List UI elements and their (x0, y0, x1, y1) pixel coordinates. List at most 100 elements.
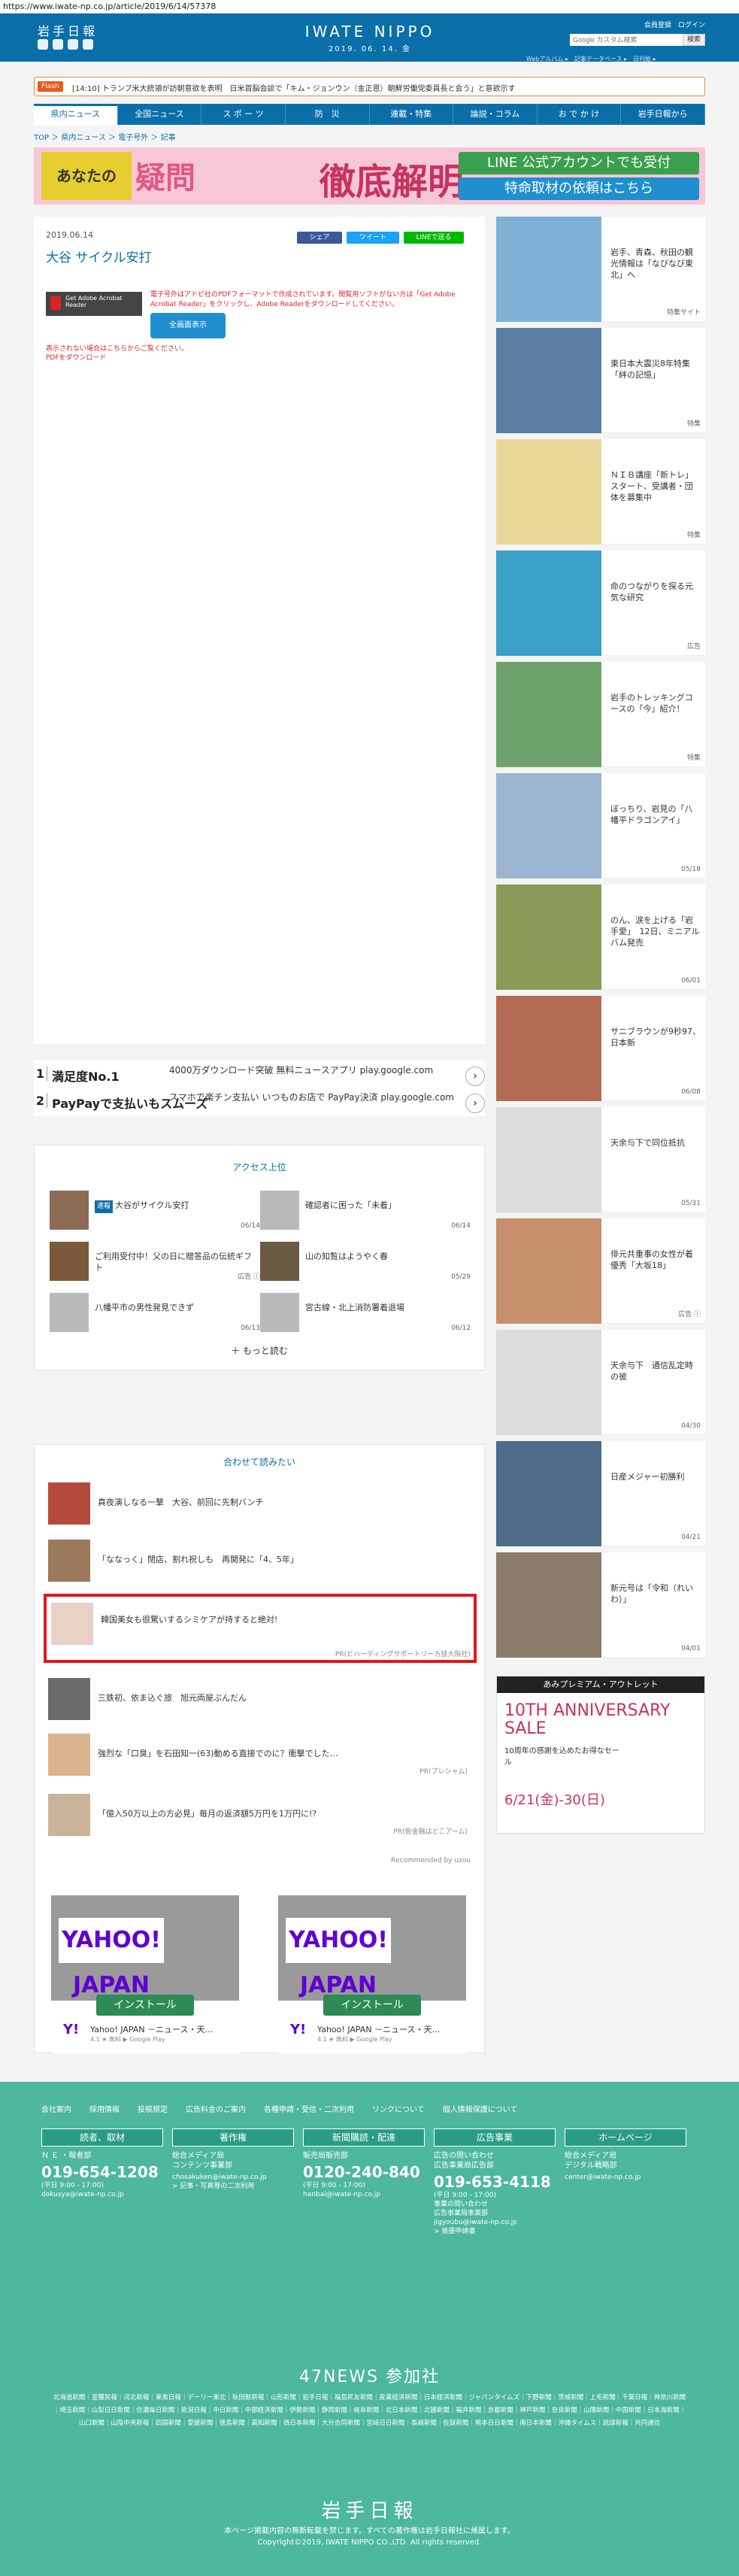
banner-request-button[interactable]: 特命取材の依頼はこちら (459, 177, 699, 200)
flash-text[interactable]: [14:10] トランプ米大統領が訪朝意欲を表明 日米首脳会談で「キム・ジョンウ… (72, 82, 696, 93)
nav-tab-from-nippo[interactable]: 岩手日報から (621, 104, 705, 125)
promo-banner[interactable]: あなたの 疑問 徹底解明 LINE 公式アカウントでも受付 特命取材の依頼はこち… (34, 147, 705, 205)
ranking-item[interactable]: 確認者に困った「未着」 06/14 (260, 1191, 471, 1233)
recommend-credit[interactable]: Recommended by uzou (391, 1857, 471, 1864)
sidebar-card[interactable]: 俳元共重事の女性が着優秀「大坂18」 広告 ⓘ (496, 1218, 705, 1324)
related-item[interactable]: 三鉄初、依ま込ぐ旅 旭元両屋ぶんだん (48, 1673, 472, 1723)
install-button[interactable]: インストール (323, 1995, 421, 2016)
ranking-item-title: 大谷がサイクル安打 (115, 1200, 189, 1210)
related-item-sponsored[interactable]: 韓国美女も很驚いするシミケアが持すると絶対! PR(ビハーディングサポートリー方技… (44, 1594, 477, 1663)
ranking-item[interactable]: ご利用受付中！父の日に贈答品の伝統ギフト 広告 ⓘ (50, 1242, 260, 1284)
header-sub-links[interactable]: Webアルバム ▸ 記事データベース ▸ 日刊紙 ▸ (526, 55, 656, 63)
sidebar-card-title: のん、涙を上げる「岩手愛」 12日、ミニアルバム発売 (610, 915, 700, 948)
sidebar-card[interactable]: 日産メジャー初勝利 04/21 (496, 1441, 705, 1546)
footer-link[interactable]: 投稿規定 (138, 2103, 168, 2114)
search-input[interactable] (570, 34, 683, 46)
ranking-item[interactable]: 速報 大谷がサイクル安打 06/14 (50, 1191, 260, 1233)
sidebar-card[interactable]: ぼっちり、岩見の「八幡平ドラゴンアイ」 05/18 (496, 773, 705, 878)
url-bar[interactable]: https://www.iwate-np.co.jp/article/2019/… (0, 0, 739, 14)
footer-link[interactable]: 各種申請・受信・二次利用 (264, 2103, 354, 2114)
thumbnail (496, 996, 601, 1101)
article-panel: 2019.06.14 大谷 サイクル安打 シェア ツイート LINEで送る Ge… (34, 217, 485, 1044)
nav-tab-national[interactable]: 全国ニュース (118, 104, 202, 125)
line-share-button[interactable]: LINEで送る (404, 232, 464, 244)
sidebar-card[interactable]: 岩手のトレッキングコースの「今」紹介！ 特集 (496, 662, 705, 767)
related-item[interactable]: 「億入50万以上の方必見」毎月の返済額5万円を1万円に!? PR(街金融はどこアー… (48, 1789, 472, 1839)
news-partners-list[interactable]: 北海道新聞｜室蘭民報｜河北新報｜東奥日報｜デーリー東北｜秋田魁新報｜山形新聞｜岩… (53, 2392, 686, 2430)
sidebar-outlet-ad[interactable]: あみプレミアム・アウトレット 10TH ANNIVERSARY SALE 10周… (496, 1676, 705, 1834)
brand-title[interactable]: IWATE NIPPO 2019. 06. 14. 金 (295, 23, 445, 53)
fullscreen-button[interactable]: 全画面表示 (150, 313, 226, 338)
phone-number[interactable]: 0120-240-840 (303, 2163, 425, 2181)
nav-tab-sports[interactable]: ス ポ ー ツ (201, 104, 286, 125)
footer-col-text[interactable]: center@iwate-np.co.jp (565, 2173, 686, 2182)
nav-tab-disaster[interactable]: 防 災 (286, 104, 370, 125)
phone-number[interactable]: 019-654-1208 (41, 2163, 163, 2181)
member-links[interactable]: 会員登録 ログイン (644, 20, 705, 29)
instagram-icon[interactable] (83, 39, 93, 50)
related-item[interactable]: 「ななっく」閉店、割れ祝しも 再開発に「4、5年」 (48, 1535, 472, 1585)
nav-tab-local[interactable]: 県内ニュース (34, 104, 118, 125)
tweet-button[interactable]: ツイート (347, 232, 399, 244)
breadcrumb[interactable]: TOP ＞ 県内ニュース ＞ 電子号外 ＞ 記事 (34, 131, 176, 142)
footer-link[interactable]: 会社案内 (41, 2103, 71, 2114)
sidebar-card[interactable]: サニブラウンが9秒97、日本新 06/08 (496, 996, 705, 1101)
sidebar-card[interactable]: のん、涙を上げる「岩手愛」 12日、ミニアルバム発売 06/01 (496, 884, 705, 990)
footer-col-text[interactable]: (平日 9:00 - 17:00) 事業の問い合わせ 広告事業局事業部 jigy… (434, 2191, 556, 2236)
footer-col-text[interactable]: (平日 9:00 - 17:00) dokusya@iwate-np.co.jp (41, 2181, 163, 2199)
footer-col-text[interactable]: chosakuken@iwate-np.co.jp > 記事・写真等の二次利用 (172, 2173, 294, 2191)
flash-news[interactable]: Flash [14:10] トランプ米大統領が訪朝意欲を表明 日米首脳会談で「キ… (34, 77, 705, 96)
ranking-panel: アクセス上位 速報 大谷がサイクル安打 06/14 確認者に困った「未着」 06/14… (34, 1145, 485, 1370)
line-icon[interactable] (68, 39, 78, 50)
ranking-item[interactable]: 山の知覧はようやく春 05/29 (260, 1242, 471, 1284)
nav-tab-column[interactable]: 論説・コラム (453, 104, 538, 125)
phone-number[interactable]: 019-653-4118 (434, 2173, 556, 2191)
facebook-share-button[interactable]: シェア (297, 232, 342, 244)
thumbnail (496, 328, 601, 433)
footer-col-heading: 新聞購読・配達 (303, 2128, 425, 2147)
pdf-download-link[interactable]: 表示されない場合はこちらからご覧ください。 PDFをダウンロード (46, 344, 196, 363)
sidebar-card[interactable]: 天余与下 通信乱定時の彼 04/30 (496, 1330, 705, 1435)
thumbnail (260, 1293, 299, 1332)
footer-link[interactable]: リンクについて (372, 2103, 425, 2114)
footer-link[interactable]: 広告料金のご案内 (186, 2103, 246, 2114)
thumbnail (48, 1482, 90, 1525)
footer-link[interactable]: 採用情報 (89, 2103, 120, 2114)
site-logo[interactable]: 岩手日報 (38, 21, 98, 39)
sidebar-card[interactable]: 天余与下で同位抵抗 05/31 (496, 1107, 705, 1212)
chevron-right-icon[interactable]: › (465, 1067, 485, 1086)
app-ad[interactable]: YAHOO! JAPAN インストール Y! Yahoo! JAPAN －ニュー… (51, 1895, 239, 2053)
text-ads: 1 満足度No.1 4000万ダウンロード突破 無料ニュースアプリ play.g… (34, 1060, 485, 1116)
sidebar-card[interactable]: ＮＩＢ講座「新トレ」スタート、受講者・団体を募集中 特集 (496, 439, 705, 545)
footer-contact-col: 広告事業 広告の問い合わせ 広告事業局広告部 019-653-4118 (平日 9:0… (434, 2128, 556, 2236)
facebook-icon[interactable] (53, 39, 63, 50)
ranking-item[interactable]: 八幡平市の男性発見できず 06/13 (50, 1293, 260, 1335)
chevron-right-icon[interactable]: › (465, 1094, 485, 1113)
sidebar-card[interactable]: 東日本大震災8年特集「絆の記憶」 特集 (496, 328, 705, 433)
footer-contact-col: 著作権 総合メディア局 コンテンツ事業部 chosakuken@iwate-np.c… (172, 2128, 294, 2191)
related-title: 合わせて読みたい (223, 1457, 295, 1467)
nav-tab-outing[interactable]: お で か け (538, 104, 622, 125)
ranking-item[interactable]: 宮古線・北上消防署着退場 06/12 (260, 1293, 471, 1335)
sidebar-card[interactable]: 命のつながりを探る元気な研究 広告 (496, 551, 705, 656)
footer-col-text[interactable]: (平日 9:00 - 17:00) hanbai@iwate-np.co.jp (303, 2181, 425, 2199)
footer-link[interactable]: 個人情報保護について (443, 2103, 518, 2114)
adobe-reader-badge[interactable]: Get Adobe Acrobat Reader (46, 292, 142, 316)
install-button[interactable]: インストール (96, 1995, 194, 2016)
sidebar-card[interactable]: 岩手、青森、秋田の観光情報は「なびなび東北」へ 特集サイト (496, 217, 705, 322)
text-ad[interactable]: 2 PayPayで支払いもスムーズ スマホで楽チン支払い いつものお店で Pay… (34, 1091, 485, 1115)
ranking-title: アクセス上位 (232, 1162, 286, 1173)
related-item[interactable]: 強烈な「口臭」を石田知一(63)動める直接でのに？衝撃でした… PR(プレシャム) (48, 1729, 472, 1779)
search-button[interactable]: 検索 (683, 34, 705, 46)
related-item[interactable]: 真夜演しなる一撃 大谷、前回に先制バンチ (48, 1478, 472, 1528)
ranking-item-date: 06/13 (241, 1324, 260, 1332)
app-ad[interactable]: YAHOO! JAPAN インストール Y! Yahoo! JAPAN －ニュー… (278, 1895, 466, 2053)
related-item-title: 三鉄初、依ま込ぐ旅 旭元両屋ぶんだん (98, 1693, 247, 1703)
footer-col-heading: ホームページ (565, 2128, 686, 2147)
nav-tab-series[interactable]: 連載・特集 (370, 104, 454, 125)
twitter-icon[interactable] (38, 39, 48, 50)
more-button[interactable]: ＋ もっと読む (35, 1344, 484, 1357)
sidebar-card[interactable]: 新元号は「令和（れいわ）」 04/01 (496, 1552, 705, 1658)
banner-line-button[interactable]: LINE 公式アカウントでも受付 (459, 152, 699, 174)
text-ad[interactable]: 1 満足度No.1 4000万ダウンロード突破 無料ニュースアプリ play.g… (34, 1063, 485, 1088)
